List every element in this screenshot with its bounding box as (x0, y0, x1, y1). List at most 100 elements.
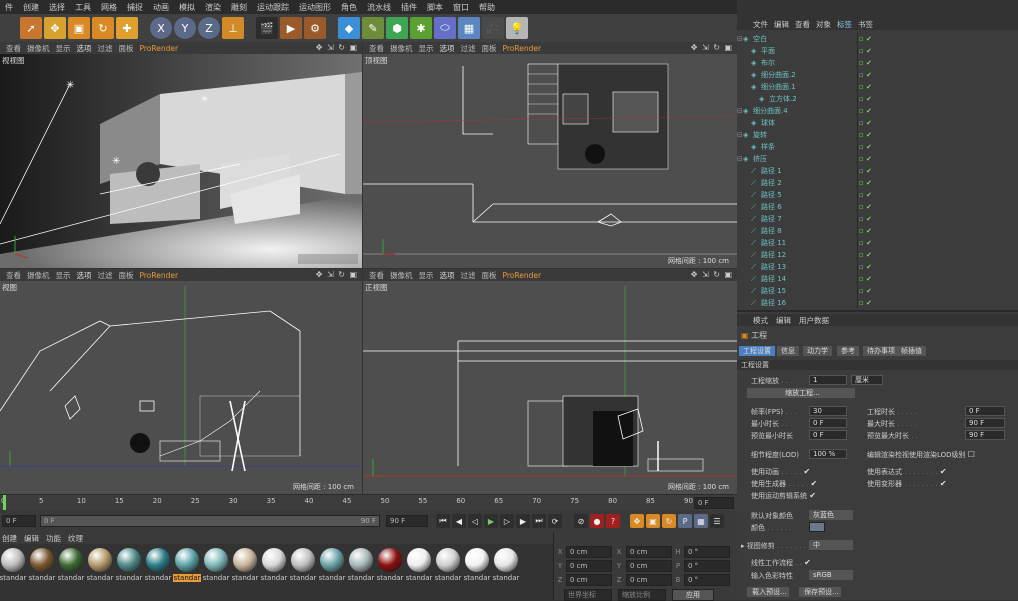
menu-item[interactable]: 动画 (148, 2, 174, 13)
visibility-flags[interactable]: ▫ ✔ (859, 215, 872, 223)
scale-mode-dropdown[interactable]: 缩放比例 (618, 589, 666, 601)
object-name[interactable]: 旋转 (753, 130, 847, 140)
play-icon[interactable]: ▶ (484, 514, 498, 528)
mat-menu-create[interactable]: 创建 (2, 533, 17, 544)
menu-item[interactable]: 流水线 (362, 2, 396, 13)
material-swatch[interactable]: standar (319, 544, 345, 600)
key-position-icon[interactable]: ✥ (630, 514, 644, 528)
menu-item[interactable]: 角色 (336, 2, 362, 13)
object-name[interactable]: 路径 7 (761, 214, 855, 224)
vp-menu-options[interactable]: 选项 (440, 43, 455, 54)
vp-menu-camera[interactable]: 摄像机 (390, 43, 413, 54)
menu-item[interactable]: 工具 (70, 2, 96, 13)
visibility-flags[interactable]: ▫ ✔ (859, 299, 872, 307)
top-viewport[interactable]: 查看 摄像机 显示 选项 过滤 面板 ProRender ✥ ⇲ ↻ ▣ 顶视图… (363, 42, 737, 268)
object-row[interactable]: ⟋ 路径 11 ▫ ✔ (737, 237, 1018, 249)
om-menu-bookmarks[interactable]: 书签 (858, 19, 873, 30)
object-name[interactable]: 空白 (753, 34, 847, 44)
mat-menu-texture[interactable]: 纹理 (68, 533, 83, 544)
max-time-field[interactable]: 90 F (965, 418, 1005, 428)
object-name[interactable]: 路径 6 (761, 202, 855, 212)
object-name[interactable]: 路径 14 (761, 274, 855, 284)
preview-max-field[interactable]: 90 F (965, 430, 1005, 440)
render-settings-icon[interactable]: ⚙ (304, 17, 326, 39)
object-row[interactable]: ◈ 细分曲面.2 ▫ ✔ (737, 69, 1018, 81)
object-color-dropdown[interactable]: 灰蓝色 (809, 510, 853, 520)
visibility-flags[interactable]: ▫ ✔ (859, 203, 872, 211)
preview-min-field[interactable]: 0 F (809, 430, 847, 440)
use-motion-checkbox[interactable]: ✔ (809, 491, 816, 500)
viewport-nav-icons[interactable]: ✥ ⇲ ↻ ▣ (316, 43, 358, 52)
vp-menu-filter[interactable]: 过滤 (98, 43, 113, 54)
go-end-icon[interactable]: ⏭ (532, 514, 546, 528)
menu-item[interactable]: 选择 (44, 2, 70, 13)
material-swatch[interactable]: standar (232, 544, 258, 600)
material-swatch[interactable]: standar (29, 544, 55, 600)
size-x-field[interactable]: 0 cm (626, 546, 672, 558)
vp-menu-options[interactable]: 选项 (440, 270, 455, 281)
move-tool-icon[interactable]: ✥ (44, 17, 66, 39)
object-name[interactable]: 路径 13 (761, 262, 855, 272)
use-animation-checkbox[interactable]: ✔ (804, 467, 811, 476)
autokey-icon[interactable]: ? (606, 514, 620, 528)
visibility-flags[interactable]: ▫ ✔ (859, 143, 872, 151)
object-row[interactable]: ⊟ ◈ 挤压 ▫ ✔ (737, 153, 1018, 165)
object-row[interactable]: ⟋ 路径 7 ▫ ✔ (737, 213, 1018, 225)
object-row[interactable]: ◈ 平面 ▫ ✔ (737, 45, 1018, 57)
visibility-flags[interactable]: ▫ ✔ (859, 47, 872, 55)
menu-item[interactable]: 网格 (96, 2, 122, 13)
use-generator-checkbox[interactable]: ✔ (811, 479, 818, 488)
visibility-flags[interactable]: ▫ ✔ (859, 275, 872, 283)
vp-menu-panel[interactable]: 面板 (119, 270, 134, 281)
object-row[interactable]: ⊟ ◈ 旋转 ▫ ✔ (737, 129, 1018, 141)
visibility-flags[interactable]: ▫ ✔ (859, 263, 872, 271)
object-row[interactable]: ⟋ 路径 8 ▫ ✔ (737, 225, 1018, 237)
menu-item[interactable]: 件 (0, 2, 18, 13)
mat-menu-edit[interactable]: 编辑 (24, 533, 39, 544)
menu-item[interactable]: 脚本 (422, 2, 448, 13)
object-row[interactable]: ◈ 布尔 ▫ ✔ (737, 57, 1018, 69)
visibility-flags[interactable]: ▫ ✔ (859, 167, 872, 175)
vp-menu-display[interactable]: 显示 (56, 270, 71, 281)
visibility-flags[interactable]: ▫ ✔ (859, 239, 872, 247)
scale-tool-icon[interactable]: ▣ (68, 17, 90, 39)
visibility-flags[interactable]: ▫ ✔ (859, 251, 872, 259)
material-swatch[interactable]: standar (203, 544, 229, 600)
menu-item[interactable]: 渲染 (200, 2, 226, 13)
object-name[interactable]: 立方体.2 (769, 94, 863, 104)
vp-menu-prorender[interactable]: ProRender (140, 44, 179, 53)
object-name[interactable]: 平面 (761, 46, 855, 56)
pos-z-field[interactable]: 0 cm (566, 574, 612, 586)
motion-record-icon[interactable]: ⊘ (574, 514, 588, 528)
object-row[interactable]: ⟋ 路径 15 ▫ ✔ (737, 285, 1018, 297)
size-y-field[interactable]: 0 cm (626, 560, 672, 572)
load-preset-button[interactable]: 载入预设... (747, 587, 789, 597)
object-row[interactable]: ⟋ 路径 13 ▫ ✔ (737, 261, 1018, 273)
visibility-flags[interactable]: ▫ ✔ (859, 83, 872, 91)
coord-mode-dropdown[interactable]: 世界坐标 (564, 589, 612, 601)
vp-menu-display[interactable]: 显示 (419, 43, 434, 54)
object-row[interactable]: ⟋ 路径 5 ▫ ✔ (737, 189, 1018, 201)
tab-todo[interactable]: 待办事项 (863, 346, 899, 356)
object-name[interactable]: 路径 11 (761, 238, 855, 248)
floor-icon[interactable]: ▦ (458, 17, 480, 39)
object-name[interactable]: 细分曲面.1 (761, 82, 855, 92)
object-row[interactable]: ◈ 立方体.2 ▫ ✔ (737, 93, 1018, 105)
viewport-nav-icons[interactable]: ✥ ⇲ ↻ ▣ (691, 43, 733, 52)
tab-info[interactable]: 信息 (777, 346, 799, 356)
material-swatch[interactable]: standar (261, 544, 287, 600)
record-icon[interactable]: ● (590, 514, 604, 528)
key-param-icon[interactable]: P (678, 514, 692, 528)
visibility-flags[interactable]: ▫ ✔ (859, 59, 872, 67)
column-divider[interactable] (857, 33, 858, 308)
visibility-flags[interactable]: ▫ ✔ (859, 35, 872, 43)
duration-field[interactable]: 0 F (965, 406, 1005, 416)
object-row[interactable]: ⟋ 路径 12 ▫ ✔ (737, 249, 1018, 261)
current-frame-field[interactable]: 0 F (694, 497, 734, 509)
material-swatch[interactable]: standar (406, 544, 432, 600)
object-name[interactable]: 球体 (761, 118, 855, 128)
lod-field[interactable]: 100 % (809, 449, 847, 459)
object-name[interactable]: 路径 1 (761, 166, 855, 176)
vp-menu-prorender[interactable]: ProRender (503, 271, 542, 280)
vp-menu-filter[interactable]: 过滤 (461, 270, 476, 281)
